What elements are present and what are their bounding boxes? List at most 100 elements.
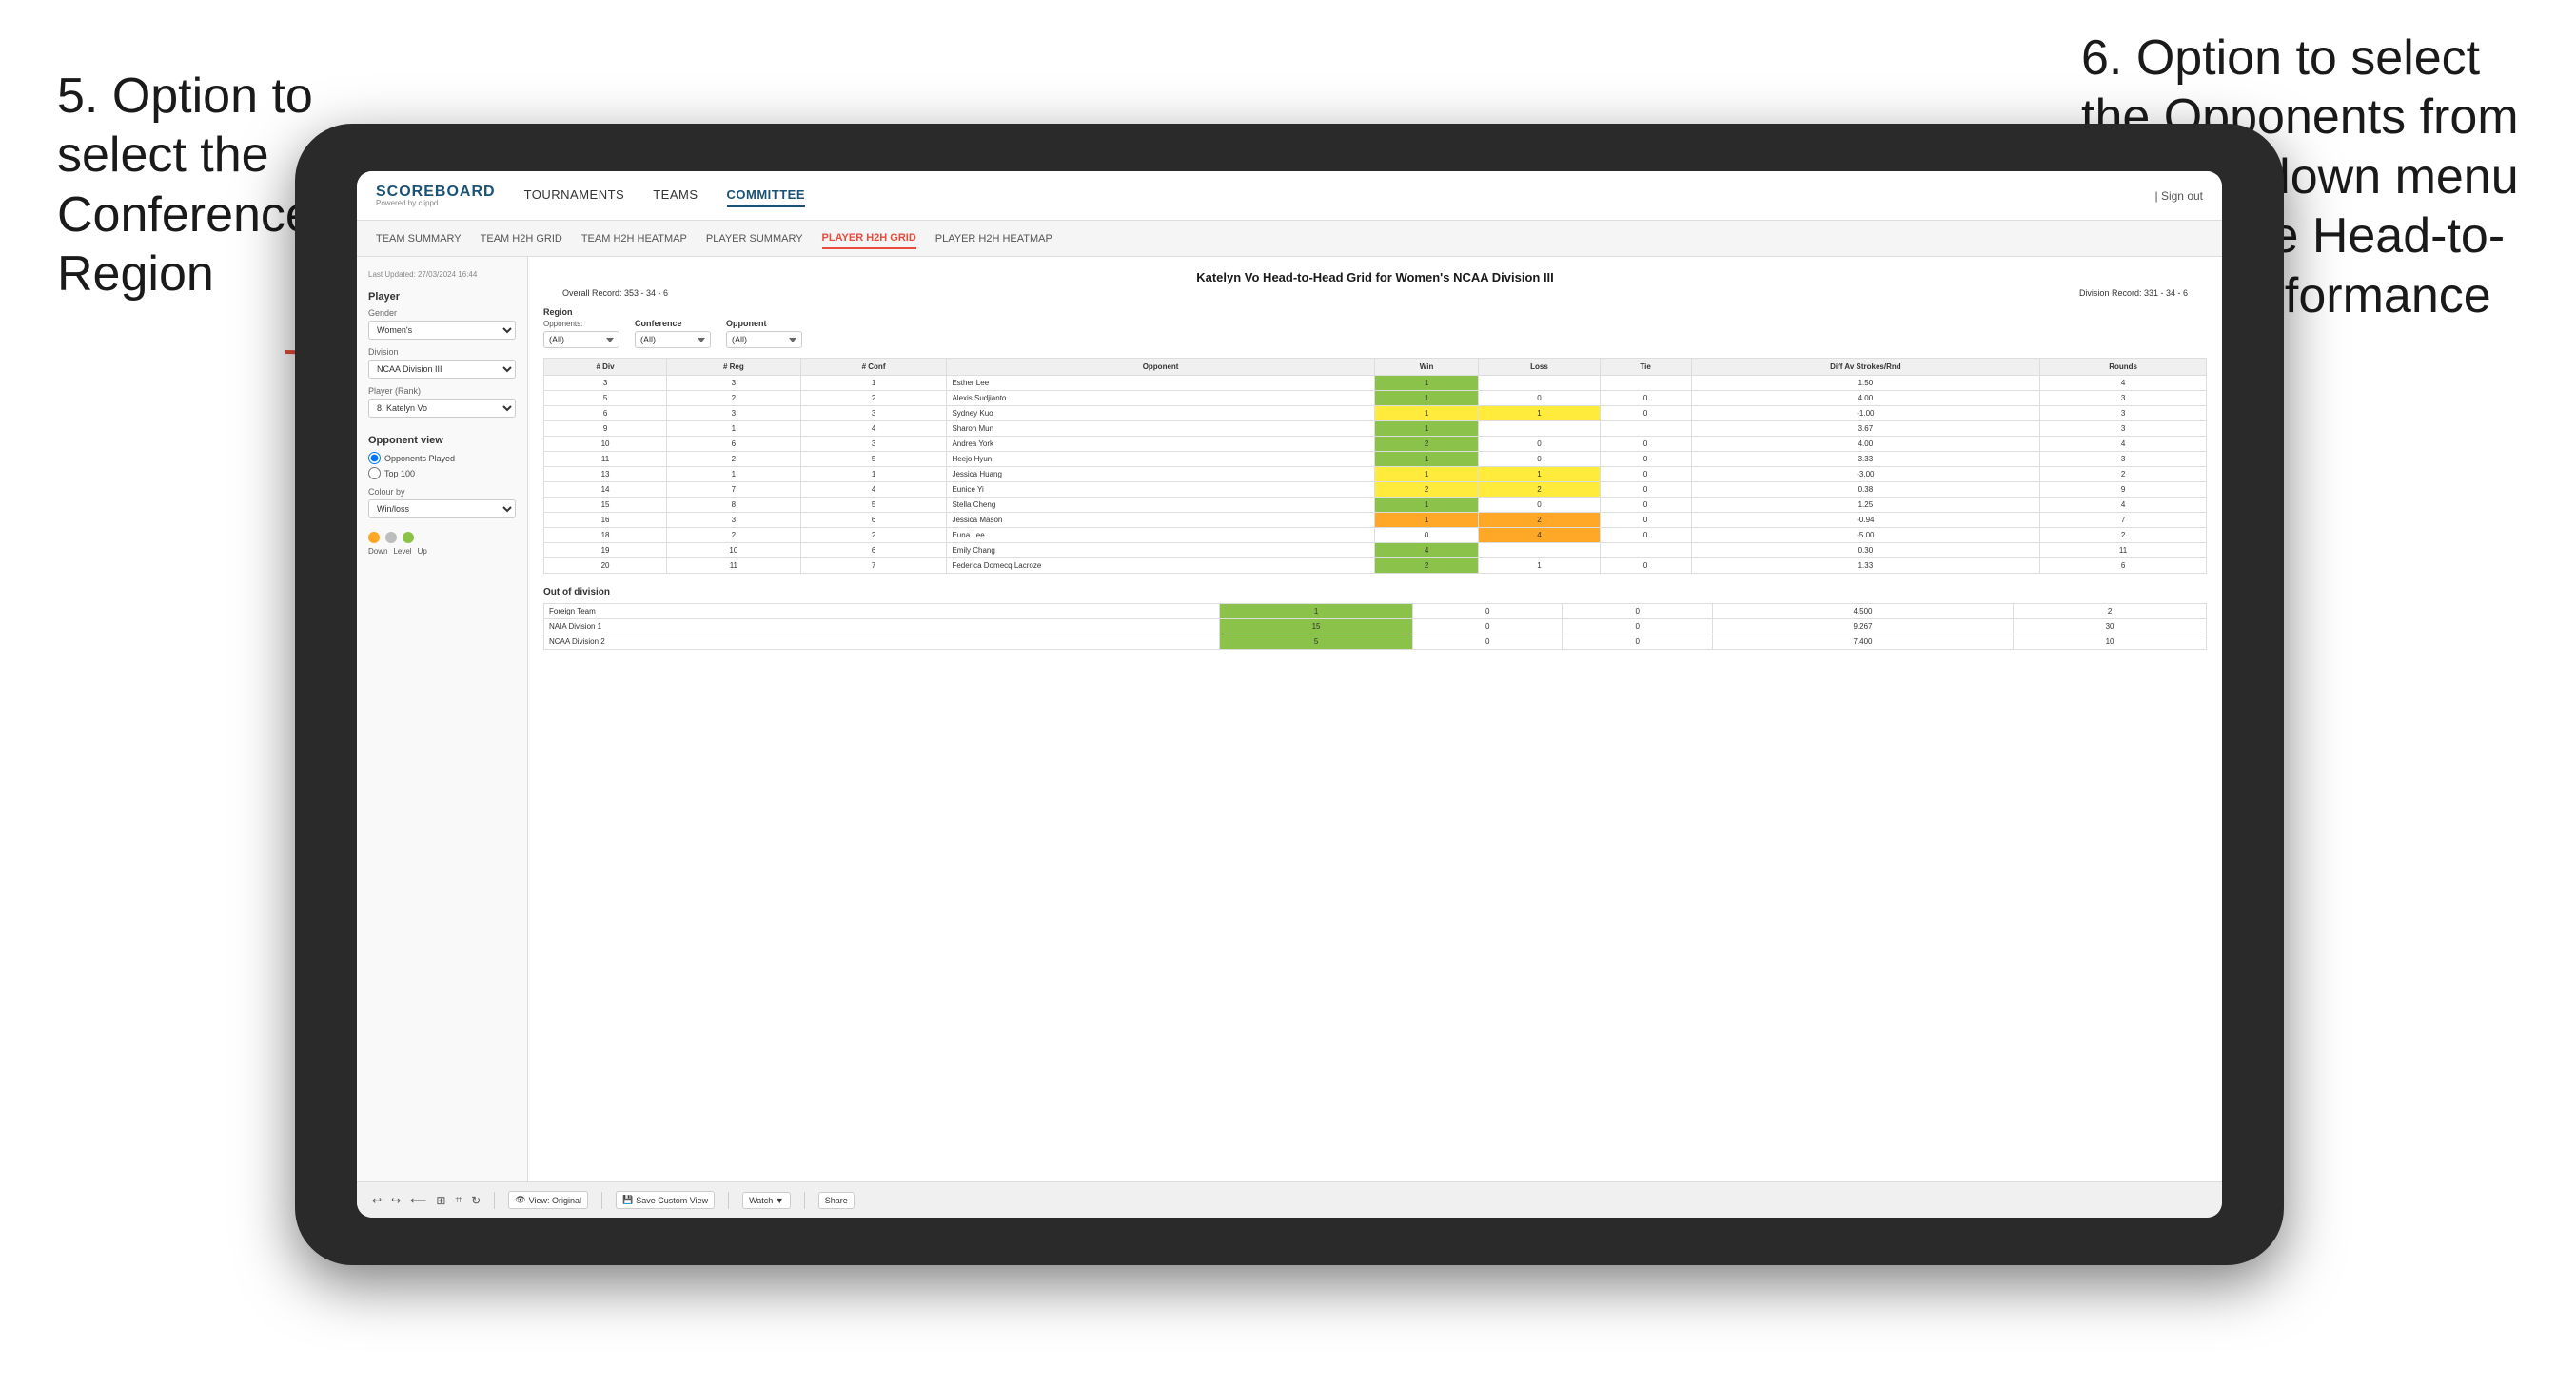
opponent-view-label: Opponent view	[368, 435, 516, 446]
scoreboard-logo: SCOREBOARD Powered by clippd	[376, 185, 496, 207]
division-select[interactable]: NCAA Division III	[368, 360, 516, 379]
redo-icon[interactable]: ↪	[391, 1194, 401, 1207]
back-icon[interactable]: ⟵	[410, 1194, 426, 1207]
col-win: Win	[1374, 359, 1479, 376]
view-original-btn[interactable]: 👁 View: Original	[508, 1191, 588, 1209]
col-opponent: Opponent	[947, 359, 1374, 376]
nav-items: TOURNAMENTS TEAMS COMMITTEE	[524, 184, 2155, 207]
sub-nav-player-summary[interactable]: PLAYER SUMMARY	[706, 229, 803, 248]
save-custom-view-btn[interactable]: 💾 Save Custom View	[616, 1191, 715, 1209]
gender-label: Gender	[368, 308, 516, 318]
nav-item-committee[interactable]: COMMITTEE	[727, 184, 806, 207]
crop-icon[interactable]: ⌗	[455, 1193, 462, 1207]
col-reg: # Reg	[667, 359, 801, 376]
nav-right: | Sign out	[2155, 189, 2203, 203]
opponent-select[interactable]: (All)	[726, 331, 802, 348]
division-record: Division Record: 331 - 34 - 6	[2079, 288, 2188, 298]
region-select[interactable]: (All)	[543, 331, 619, 348]
col-loss: Loss	[1479, 359, 1600, 376]
records-row: Overall Record: 353 - 34 - 6 Division Re…	[543, 288, 2207, 298]
toolbar-divider-4	[804, 1192, 805, 1209]
opponent-view-options: Opponents Played Top 100	[368, 452, 516, 479]
rotate-icon[interactable]: ↻	[471, 1194, 481, 1207]
sidebar-timestamp: Last Updated: 27/03/2024 16:44	[368, 270, 516, 280]
col-conf: # Conf	[800, 359, 947, 376]
sidebar: Last Updated: 27/03/2024 16:44 Player Ge…	[357, 257, 528, 1181]
region-opponents-label: Opponents:	[543, 320, 619, 328]
col-tie: Tie	[1600, 359, 1691, 376]
sub-nav-player-h2h-grid[interactable]: PLAYER H2H GRID	[822, 228, 916, 249]
division-label: Division	[368, 347, 516, 357]
undo-icon[interactable]: ↩	[372, 1194, 382, 1207]
nav-item-teams[interactable]: TEAMS	[653, 184, 698, 207]
tablet: SCOREBOARD Powered by clippd TOURNAMENTS…	[295, 124, 2284, 1265]
share-btn[interactable]: Share	[818, 1192, 855, 1209]
ood-table-row: Foreign Team1004.5002	[544, 604, 2207, 619]
col-diff: Diff Av Strokes/Rnd	[1691, 359, 2040, 376]
ood-table-row: NAIA Division 115009.26730	[544, 619, 2207, 634]
sub-nav-team-h2h-grid[interactable]: TEAM H2H GRID	[481, 229, 562, 248]
tablet-screen: SCOREBOARD Powered by clippd TOURNAMENTS…	[357, 171, 2222, 1218]
toolbar-divider-3	[728, 1192, 729, 1209]
sub-nav-player-h2h-heatmap[interactable]: PLAYER H2H HEATMAP	[935, 229, 1052, 248]
top-nav: SCOREBOARD Powered by clippd TOURNAMENTS…	[357, 171, 2222, 221]
player-rank-label: Player (Rank)	[368, 386, 516, 396]
filter-section: Region Opponents: (All) Conference (All)	[543, 307, 2207, 348]
h2h-table: # Div # Reg # Conf Opponent Win Loss Tie…	[543, 358, 2207, 574]
ood-table: Foreign Team1004.5002NAIA Division 11500…	[543, 603, 2207, 650]
watch-btn[interactable]: Watch ▼	[742, 1192, 791, 1209]
opponent-filter-group: Opponent (All)	[726, 319, 802, 348]
table-row: 19106Emily Chang40.3011	[544, 543, 2207, 558]
table-row: 1311Jessica Huang110-3.002	[544, 467, 2207, 482]
table-row: 20117Federica Domecq Lacroze2101.336	[544, 558, 2207, 574]
conference-filter-label: Conference	[635, 319, 711, 328]
conference-select[interactable]: (All)	[635, 331, 711, 348]
table-row: 1125Heejo Hyun1003.333	[544, 452, 2207, 467]
sub-nav-team-summary[interactable]: TEAM SUMMARY	[376, 229, 462, 248]
table-row: 522Alexis Sudjianto1004.003	[544, 391, 2207, 406]
page-title: Katelyn Vo Head-to-Head Grid for Women's…	[543, 270, 2207, 284]
colour-indicators	[368, 532, 516, 543]
table-row: 1822Euna Lee040-5.002	[544, 528, 2207, 543]
table-row: 1636Jessica Mason120-0.947	[544, 513, 2207, 528]
table-row: 914Sharon Mun13.673	[544, 421, 2207, 437]
data-area: Katelyn Vo Head-to-Head Grid for Women's…	[528, 257, 2222, 1181]
sub-nav: TEAM SUMMARY TEAM H2H GRID TEAM H2H HEAT…	[357, 221, 2222, 257]
sub-nav-team-h2h-heatmap[interactable]: TEAM H2H HEATMAP	[581, 229, 687, 248]
colour-dot-up	[403, 532, 414, 543]
logo-sub: Powered by clippd	[376, 200, 496, 207]
ood-table-row: NCAA Division 25007.40010	[544, 634, 2207, 650]
radio-top-100[interactable]: Top 100	[368, 467, 516, 479]
save-icon: 💾	[622, 1195, 633, 1205]
region-filter-label: Region	[543, 307, 619, 317]
conference-filter-group: Conference (All)	[635, 319, 711, 348]
main-content: Last Updated: 27/03/2024 16:44 Player Ge…	[357, 257, 2222, 1181]
col-rounds: Rounds	[2040, 359, 2207, 376]
colour-by-select[interactable]: Win/loss	[368, 499, 516, 518]
nav-item-tournaments[interactable]: TOURNAMENTS	[524, 184, 625, 207]
ood-title: Out of division	[543, 587, 2207, 597]
colour-dot-down	[368, 532, 380, 543]
player-section-title: Player	[368, 291, 516, 303]
colour-labels: Down Level Up	[368, 547, 516, 556]
logo-text: SCOREBOARD	[376, 185, 496, 200]
radio-opponents-played[interactable]: Opponents Played	[368, 452, 516, 464]
gender-select[interactable]: Women's	[368, 321, 516, 340]
col-div: # Div	[544, 359, 667, 376]
eye-icon: 👁	[515, 1195, 525, 1205]
sign-out-link[interactable]: | Sign out	[2155, 189, 2203, 203]
bottom-toolbar: ↩ ↪ ⟵ ⊞ ⌗ ↻ 👁 View: Original 💾 Save Cust…	[357, 1181, 2222, 1218]
table-row: 1474Eunice Yi2200.389	[544, 482, 2207, 498]
region-filter-group: Region Opponents: (All)	[543, 307, 619, 348]
colour-by-label: Colour by	[368, 487, 516, 497]
table-row: 633Sydney Kuo110-1.003	[544, 406, 2207, 421]
grid-icon[interactable]: ⊞	[436, 1194, 445, 1207]
player-rank-select[interactable]: 8. Katelyn Vo	[368, 399, 516, 418]
table-row: 1585Stella Cheng1001.254	[544, 498, 2207, 513]
toolbar-divider-1	[494, 1192, 495, 1209]
opponent-filter-label: Opponent	[726, 319, 802, 328]
toolbar-divider-2	[601, 1192, 602, 1209]
colour-dot-level	[385, 532, 397, 543]
table-row: 331Esther Lee11.504	[544, 376, 2207, 391]
table-row: 1063Andrea York2004.004	[544, 437, 2207, 452]
